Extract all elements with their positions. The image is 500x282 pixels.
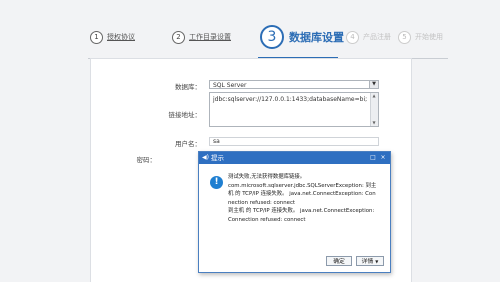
database-select[interactable]: SQL Server ▼ [209, 80, 379, 89]
step-label: 产品注册 [363, 33, 391, 41]
step-label: 工作目录设置 [189, 33, 231, 41]
url-label: 链接地址： [168, 111, 202, 119]
step-license[interactable]: 1 授权协议 [90, 30, 135, 44]
step-number: 5 [398, 30, 411, 44]
ok-button[interactable]: 确定 [326, 256, 352, 266]
dialog-body: ! 测试失败,无法获得数据库链接。 com.microsoft.sqlserve… [199, 164, 390, 272]
username-label: 用户名： [175, 140, 201, 148]
error-dialog: ◀) 提示 □ × ! 测试失败,无法获得数据库链接。 com.microsof… [198, 151, 391, 273]
scroll-up-icon[interactable]: ▲ [371, 93, 377, 99]
message-line: 到主机 的 TCP/IP 连接失败。 java.net.ConnectExcep… [228, 208, 375, 215]
step-number: 4 [346, 30, 359, 44]
step-label: 开始使用 [415, 33, 443, 41]
step-label: 授权协议 [107, 33, 135, 41]
details-button[interactable]: 详情 ▼ [356, 256, 384, 266]
url-value: jdbc:sqlserver://127.0.0.1:1433;database… [213, 96, 368, 103]
message-line: com.microsoft.sqlserver.jdbc.SQLServerEx… [228, 182, 377, 189]
username-input[interactable]: sa [209, 137, 379, 146]
step-number: 3 [260, 25, 284, 49]
step-label: 数据库设置 [289, 31, 344, 44]
ok-button-label: 确定 [333, 259, 345, 265]
step-start: 5 开始使用 [398, 30, 443, 44]
speaker-icon: ◀) [202, 154, 209, 161]
password-label: 密码： [136, 156, 157, 164]
chevron-down-icon: ▼ [375, 259, 379, 264]
message-line: 机 的 TCP/IP 连接失败。 java.net.ConnectExcepti… [228, 191, 376, 198]
database-select-value: SQL Server [213, 82, 247, 89]
chevron-down-icon[interactable]: ▼ [369, 81, 378, 88]
step-number: 1 [90, 30, 103, 44]
info-icon: ! [210, 176, 223, 189]
message-line: Connection refused: connect [228, 216, 306, 223]
dialog-title-bar[interactable]: ◀) 提示 □ × [199, 152, 390, 164]
url-textarea[interactable]: jdbc:sqlserver://127.0.0.1:1433;database… [209, 92, 379, 127]
scroll-down-icon[interactable]: ▼ [371, 120, 377, 126]
step-register: 4 产品注册 [346, 30, 391, 44]
minimize-icon[interactable]: □ [369, 152, 377, 164]
step-database[interactable]: 3 数据库设置 [260, 22, 344, 52]
url-scrollbar[interactable]: ▲ ▼ [370, 93, 378, 126]
wizard-steps: 1 授权协议 2 工作目录设置 3 数据库设置 4 产品注册 5 开始使用 [0, 22, 500, 59]
username-value: sa [213, 138, 220, 145]
message-line: nection refused: connect [228, 199, 296, 206]
details-button-label: 详情 [361, 259, 374, 265]
step-workdir[interactable]: 2 工作目录设置 [172, 30, 231, 44]
close-icon[interactable]: × [379, 152, 387, 164]
step-number: 2 [172, 30, 185, 44]
dialog-title: 提示 [211, 154, 224, 162]
database-label: 数据库： [175, 83, 201, 91]
message-line: 测试失败,无法获得数据库链接。 [228, 174, 306, 180]
dialog-message: 测试失败,无法获得数据库链接。 com.microsoft.sqlserver.… [228, 173, 378, 225]
